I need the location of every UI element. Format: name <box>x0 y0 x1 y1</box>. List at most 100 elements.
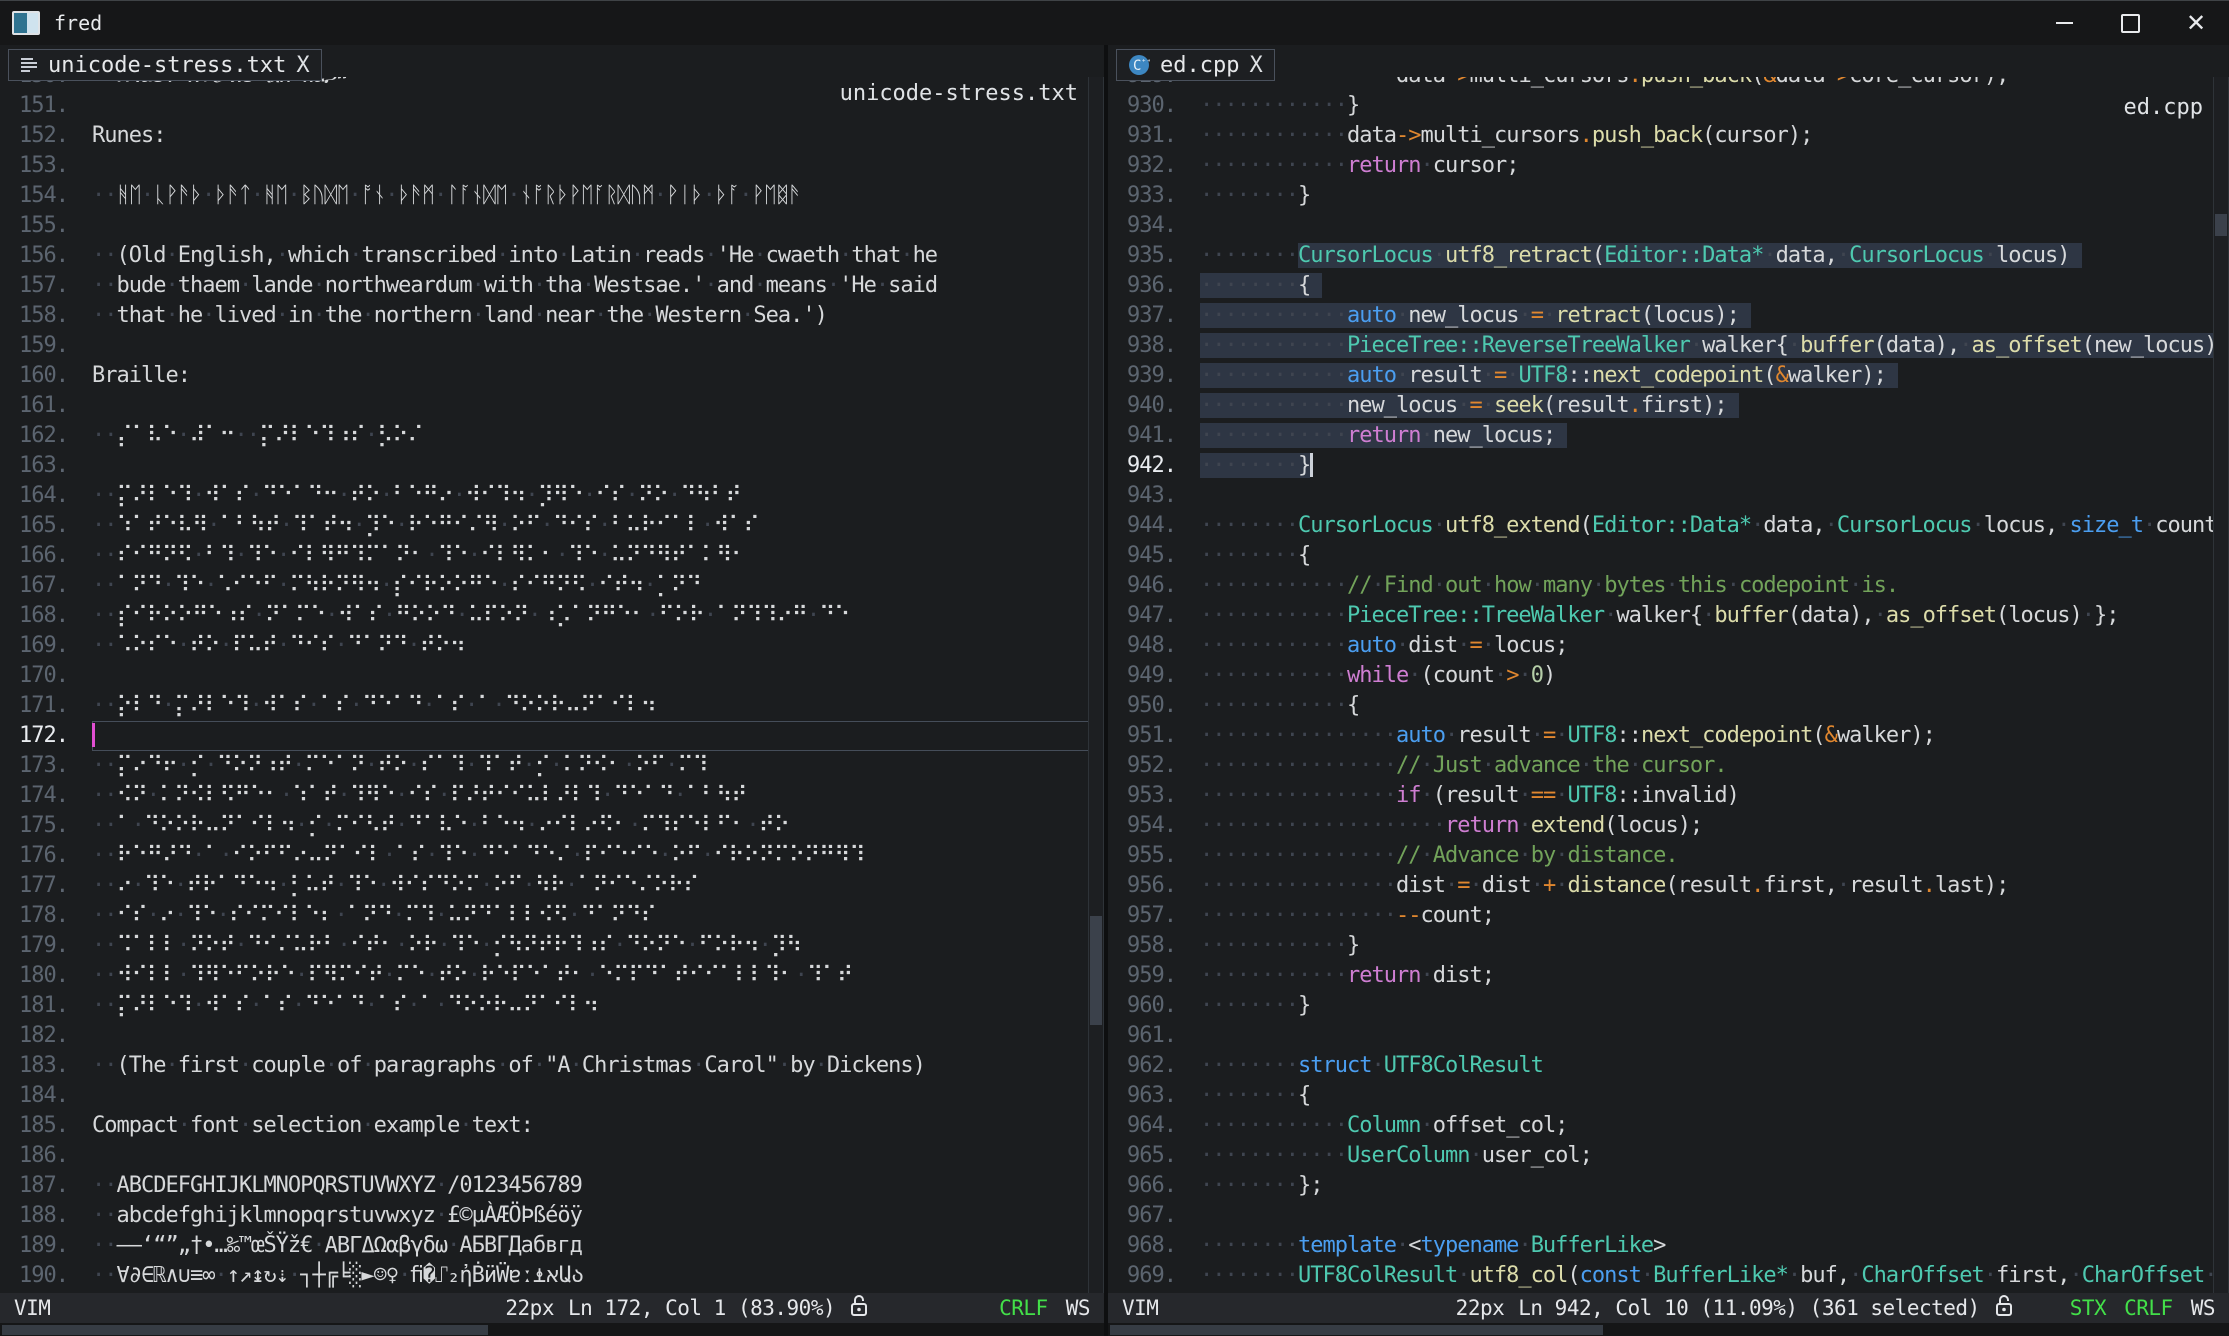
code-line[interactable]: 175.··⠁·⠙⠕⠕⠗⠤⠝⠁⠊⠇⠲·⡊·⠍⠊⠣⠞·⠙⠁⠧⠑·⠃⠑⠲·⠔⠊⠇⠔⠫… <box>0 811 1090 841</box>
vertical-scrollbar-thumb[interactable] <box>2215 214 2227 236</box>
vertical-scrollbar-thumb[interactable] <box>1090 916 1102 1025</box>
minimize-button[interactable] <box>2031 1 2097 45</box>
code-line[interactable]: 171.··⡕⠇⠙·⡍⠜⠇⠑⠹·⠺⠁⠎·⠁⠎·⠙⠑⠁⠙·⠁⠎·⠁·⠙⠕⠕⠗⠤⠝⠁… <box>0 691 1090 721</box>
code-line[interactable]: 958.············} <box>1108 931 2215 961</box>
code-line[interactable]: 969.········UTF8ColResult·utf8_col(const… <box>1108 1261 2215 1291</box>
code-line[interactable]: 933.········} <box>1108 181 2215 211</box>
code-line[interactable]: 173.··⡍⠔⠙⠖·⡊·⠙⠕⠝⠰⠞·⠍⠑⠁⠝·⠞⠕·⠎⠁⠹·⠹⠁⠞·⡊·⠅⠝⠪… <box>0 751 1090 781</box>
horizontal-scrollbar[interactable] <box>0 1323 1104 1336</box>
code-line[interactable]: 164.··⡍⠜⠇⠑⠹·⠺⠁⠎·⠙⠑⠁⠙⠒·⠞⠕·⠃⠑⠛⠔·⠺⠊⠹⠲·⡹⠻⠑·⠊… <box>0 481 1090 511</box>
code-line[interactable]: 165.··⠱⠁⠞⠑⠧⠻·⠁⠃⠳⠞·⠹⠁⠞⠲·⡹⠑·⠗⠑⠛⠊⠌⠻·⠕⠋·⠙⠊⠎·… <box>0 511 1090 541</box>
maximize-button[interactable] <box>2097 1 2163 45</box>
code-line[interactable]: 184. <box>0 1081 1090 1111</box>
code-text <box>1200 1201 2215 1231</box>
code-line[interactable]: 172. <box>0 721 1090 751</box>
vertical-scrollbar[interactable] <box>1088 77 1104 1293</box>
code-line[interactable]: 953.················if·(result·==·UTF8::… <box>1108 781 2215 811</box>
vertical-scrollbar[interactable] <box>2213 77 2229 1293</box>
code-line[interactable]: 960.········} <box>1108 991 2215 1021</box>
code-line[interactable]: 951.················auto·result·=·UTF8::… <box>1108 721 2215 751</box>
code-line[interactable]: 938.············PieceTree::ReverseTreeWa… <box>1108 331 2215 361</box>
code-line[interactable]: 170. <box>0 661 1090 691</box>
code-line[interactable]: 941.············return·new_locus; <box>1108 421 2215 451</box>
code-line[interactable]: 158.··that·he·lived·in·the·northern·land… <box>0 301 1090 331</box>
code-line[interactable]: 157.··bude·thaem·lande·northweardum·with… <box>0 271 1090 301</box>
horizontal-scrollbar-thumb[interactable] <box>1110 1325 1603 1335</box>
code-line[interactable]: 168.··⡎⠊⠗⠕⠕⠛⠑⠰⠎·⠝⠁⠍⠑·⠺⠁⠎·⠛⠕⠕⠙·⠥⠏⠕⠝·⠰⡡⠁⠝⠛… <box>0 601 1090 631</box>
code-line[interactable]: 963.········{ <box>1108 1081 2215 1111</box>
code-line[interactable]: 954.····················return·extend(lo… <box>1108 811 2215 841</box>
code-line[interactable]: 935.········CursorLocus·utf8_retract(Edi… <box>1108 241 2215 271</box>
code-line[interactable]: 955.················//·Advance·by·distan… <box>1108 841 2215 871</box>
code-line[interactable]: 181.··⡍⠜⠇⠑⠹·⠺⠁⠎·⠁⠎·⠙⠑⠁⠙·⠁⠎·⠁·⠙⠕⠕⠗⠤⠝⠁⠊⠇⠲ <box>0 991 1090 1021</box>
code-line[interactable]: 183.··(The·first·couple·of·paragraphs·of… <box>0 1051 1090 1081</box>
code-line[interactable]: 187.··ABCDEFGHIJKLMNOPQRSTUVWXYZ·/012345… <box>0 1171 1090 1201</box>
line-number: 964. <box>1120 1111 1176 1141</box>
code-line[interactable]: 182. <box>0 1021 1090 1051</box>
horizontal-scrollbar-thumb[interactable] <box>2 1325 488 1335</box>
code-line[interactable]: 936.········{ <box>1108 271 2215 301</box>
code-line[interactable]: 945.········{ <box>1108 541 2215 571</box>
code-line[interactable]: 949.············while·(count·>·0) <box>1108 661 2215 691</box>
code-line[interactable]: 947.············PieceTree::TreeWalker·wa… <box>1108 601 2215 631</box>
close-button[interactable]: ✕ <box>2163 1 2229 45</box>
code-line[interactable]: 159. <box>0 331 1090 361</box>
code-line[interactable]: 180.··⠺⠊⠇⠇·⠹⠻⠑⠋⠕⠗⠑·⠏⠻⠍⠊⠞·⠍⠑·⠞⠕·⠗⠑⠏⠑⠁⠞⠂·⠑… <box>0 961 1090 991</box>
code-line[interactable]: 188.··abcdefghijklmnopqrstuvwxyz·£©µÀÆÖÞ… <box>0 1201 1090 1231</box>
code-line[interactable]: 155. <box>0 211 1090 241</box>
code-line[interactable]: 934. <box>1108 211 2215 241</box>
code-line[interactable]: 950.············{ <box>1108 691 2215 721</box>
code-line[interactable]: 189.··–—‘“”„†•…‰™œŠŸž€·ΑΒΓΔΩαβγδω·АБВГДа… <box>0 1231 1090 1261</box>
code-line[interactable]: 163. <box>0 451 1090 481</box>
code-line[interactable]: 185.Compact·font·selection·example·text: <box>0 1111 1090 1141</box>
code-line[interactable]: 161. <box>0 391 1090 421</box>
tab-ed-cpp[interactable]: C⁺⁺ ed.cpp X <box>1116 49 1275 81</box>
code-line[interactable]: 186. <box>0 1141 1090 1171</box>
code-line[interactable]: 174.··⠪⠝·⠅⠝⠪⠇⠫⠛⠑⠂·⠱⠁⠞·⠹⠻⠑·⠊⠎·⠏⠜⠞⠊⠊⠥⠇⠜⠇⠹·… <box>0 781 1090 811</box>
code-line[interactable]: 162.··⡌⠁⠧⠑·⠼⠁⠒··⡍⠜⠇⠑⠹⠰⠎·⡣⠕⠌ <box>0 421 1090 451</box>
code-line[interactable]: 952.················//·Just·advance·the·… <box>1108 751 2215 781</box>
maximize-icon <box>2121 14 2140 33</box>
code-line[interactable]: 932.············return·cursor; <box>1108 151 2215 181</box>
code-line[interactable]: 965.············UserColumn·user_col; <box>1108 1141 2215 1171</box>
code-line[interactable]: 957.················--count; <box>1108 901 2215 931</box>
horizontal-scrollbar[interactable] <box>1108 1323 2229 1336</box>
code-line[interactable]: 966.········}; <box>1108 1171 2215 1201</box>
code-line[interactable]: 940.············new_locus·=·seek(result.… <box>1108 391 2215 421</box>
code-line[interactable]: 178.··⠊⠎·⠔·⠹⠑·⠎⠊⠍⠊⠇⠑⠆·⠁⠝⠙·⠍⠹·⠥⠝⠙⠁⠇⠇⠪⠫·⠙⠁… <box>0 901 1090 931</box>
code-line[interactable]: 176.··⠗⠑⠛⠜⠙·⠁·⠊⠕⠋⠋⠔⠤⠝⠁⠊⠇·⠁⠎·⠹⠑·⠙⠑⠁⠙⠑⠌·⠏⠊… <box>0 841 1090 871</box>
code-line[interactable]: 931.············data->multi_cursors.push… <box>1108 121 2215 151</box>
code-line[interactable]: 948.············auto·dist·=·locus; <box>1108 631 2215 661</box>
code-line[interactable]: 964.············Column·offset_col; <box>1108 1111 2215 1141</box>
code-line[interactable]: 153. <box>0 151 1090 181</box>
code-line[interactable]: 177.··⠔·⠹⠑·⠞⠗⠁⠙⠑⠲·⡃⠥⠞·⠹⠑·⠺⠊⠎⠙⠕⠍·⠕⠋·⠳⠗·⠁⠝… <box>0 871 1090 901</box>
tab-close-icon[interactable]: X <box>296 53 309 78</box>
code-line[interactable]: 959.············return·dist; <box>1108 961 2215 991</box>
code-line[interactable]: 169.··⠡⠕⠎⠑·⠞⠕·⠏⠥⠞·⠙⠊⠎·⠙⠁⠝⠙·⠞⠕⠲ <box>0 631 1090 661</box>
code-line[interactable]: 156.··(Old·English,·which·transcribed·in… <box>0 241 1090 271</box>
code-line[interactable]: 190.··∀∂∈ℝ∧∪≡∞·↑↗↨↻⇣·┐┼╔╘░►☺♀·ﬁ�⑀₂ἠḂӥẄɐː… <box>0 1261 1090 1291</box>
code-line[interactable]: 956.················dist·=·dist·+·distan… <box>1108 871 2215 901</box>
code-line[interactable]: 961. <box>1108 1021 2215 1051</box>
code-line[interactable]: 152.Runes: <box>0 121 1090 151</box>
code-line[interactable]: 944.········CursorLocus·utf8_extend(Edit… <box>1108 511 2215 541</box>
code-line[interactable]: 946.············//·Find·out·how·many·byt… <box>1108 571 2215 601</box>
code-line[interactable]: 943. <box>1108 481 2215 511</box>
tab-unicode-stress[interactable]: unicode-stress.txt X <box>8 49 322 81</box>
line-number: 937. <box>1120 301 1176 331</box>
code-line[interactable]: 968.········template·<typename·BufferLik… <box>1108 1231 2215 1261</box>
code-line[interactable]: 967. <box>1108 1201 2215 1231</box>
code-line[interactable]: 942.········} <box>1108 451 2215 481</box>
code-line[interactable]: 166.··⠎⠊⠛⠝⠫·⠃⠹·⠹⠑·⠊⠇⠻⠛⠹⠍⠁⠝⠂·⠹⠑·⠊⠇⠻⠅⠂·⠹⠑·… <box>0 541 1090 571</box>
code-line[interactable]: 154.··ᚻᛖ·ᚳᚹᚫᚦ·ᚦᚫᛏ·ᚻᛖ·ᛒᚢᛞᛖ·ᚩᚾ·ᚦᚫᛗ·ᛚᚪᚾᛞᛖ·ᚾ… <box>0 181 1090 211</box>
code-line[interactable]: 179.··⠩⠁⠇⠇·⠝⠕⠞·⠙⠊⠌⠥⠗⠃·⠊⠞⠂·⠕⠗·⠹⠑·⡊⠳⠝⠞⠗⠹⠰⠎… <box>0 931 1090 961</box>
editor-ed-cpp[interactable]: 929.················data->multi_cursors.… <box>1108 77 2215 1293</box>
code-line[interactable]: 939.············auto·result·=·UTF8::next… <box>1108 361 2215 391</box>
editor-unicode-stress[interactable]: 150.··እግርህን·በፍራሽህ·ልክ·ዘርጋ።151.152.Runes:1… <box>0 77 1090 1293</box>
code-line[interactable]: 167.··⠁⠝⠙·⠹⠑·⠡⠊⠑⠋·⠍⠳⠗⠝⠻⠲·⡎⠊⠗⠕⠕⠛⠑·⠎⠊⠛⠝⠫·⠊… <box>0 571 1090 601</box>
code-line[interactable]: 937.············auto·new_locus·=·retract… <box>1108 301 2215 331</box>
code-line[interactable]: 160.Braille: <box>0 361 1090 391</box>
tab-close-icon[interactable]: X <box>1249 53 1262 78</box>
code-line[interactable]: 962.········struct·UTF8ColResult <box>1108 1051 2215 1081</box>
code-line[interactable]: 930.············} <box>1108 91 2215 121</box>
